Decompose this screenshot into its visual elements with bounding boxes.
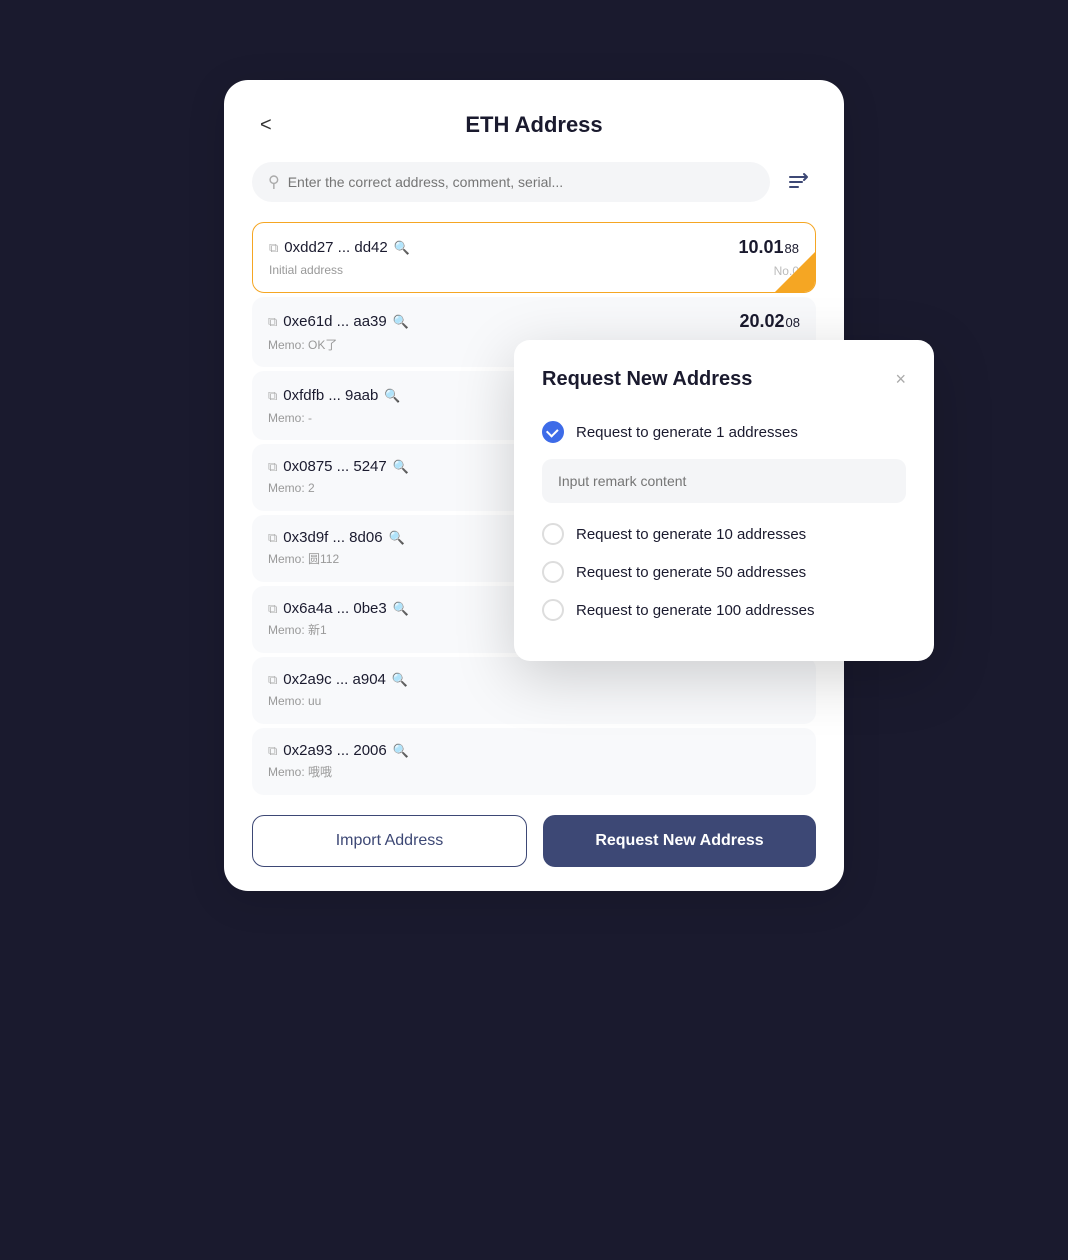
main-container: < ETH Address ⚲ (194, 80, 874, 1180)
memo-1: Memo: OK了 (268, 336, 337, 353)
page-title: ETH Address (465, 112, 602, 138)
search-addr-icon-1[interactable]: 🔍 (393, 314, 409, 330)
search-addr-icon-5[interactable]: 🔍 (393, 601, 409, 617)
bottom-buttons: Import Address Request New Address (252, 815, 816, 867)
address-item-0[interactable]: ⧉ 0xdd27 ... dd42 🔍 10.01 88 Initial add… (252, 222, 816, 293)
addr-left-6: ⧉ 0x2a9c ... a904 🔍 (268, 671, 408, 688)
back-button[interactable]: < (252, 110, 280, 141)
search-addr-icon-2[interactable]: 🔍 (384, 388, 400, 404)
remark-input[interactable] (542, 459, 906, 503)
modal-option-2[interactable]: Request to generate 50 addresses (542, 553, 906, 591)
search-input[interactable] (288, 174, 754, 190)
addr-left-5: ⧉ 0x6a4a ... 0be3 🔍 (268, 600, 409, 617)
modal-option-3[interactable]: Request to generate 100 addresses (542, 591, 906, 629)
modal-overlay: Request New Address × Request to generat… (514, 340, 934, 661)
addr-left-4: ⧉ 0x3d9f ... 8d06 🔍 (268, 529, 405, 546)
search-addr-icon-0[interactable]: 🔍 (394, 240, 410, 256)
copy-icon-7[interactable]: ⧉ (268, 743, 277, 759)
memo-4: Memo: 圆112 (268, 552, 339, 566)
search-icon: ⚲ (268, 172, 280, 192)
search-bar: ⚲ (252, 162, 816, 202)
memo-5: Memo: 新1 (268, 623, 327, 637)
addr-text-6: 0x2a9c ... a904 (283, 671, 386, 688)
option-label-3: Request to generate 100 addresses (576, 602, 815, 619)
addr-text-3: 0x0875 ... 5247 (283, 458, 386, 475)
balance-sub-1: 08 (786, 315, 800, 330)
header: < ETH Address (252, 112, 816, 138)
option-label-0: Request to generate 1 addresses (576, 424, 798, 441)
address-item-6[interactable]: ⧉ 0x2a9c ... a904 🔍 Memo: uu (252, 657, 816, 724)
copy-icon-2[interactable]: ⧉ (268, 388, 277, 404)
addr-left-3: ⧉ 0x0875 ... 5247 🔍 (268, 458, 409, 475)
request-new-address-modal: Request New Address × Request to generat… (514, 340, 934, 661)
import-address-button[interactable]: Import Address (252, 815, 527, 867)
memo-7: Memo: 哦哦 (268, 765, 332, 779)
modal-option-0[interactable]: Request to generate 1 addresses (542, 413, 906, 451)
addr-left-2: ⧉ 0xfdfb ... 9aab 🔍 (268, 387, 401, 404)
addr-text-0: 0xdd27 ... dd42 (284, 239, 387, 256)
memo-2: Memo: - (268, 411, 312, 425)
addr-text-4: 0x3d9f ... 8d06 (283, 529, 382, 546)
memo-6: Memo: uu (268, 694, 321, 708)
memo-3: Memo: 2 (268, 481, 315, 495)
active-corner (775, 252, 815, 292)
search-addr-icon-3[interactable]: 🔍 (393, 459, 409, 475)
option-label-2: Request to generate 50 addresses (576, 564, 806, 581)
filter-icon (786, 170, 810, 194)
modal-title: Request New Address (542, 368, 752, 391)
addr-left-1: ⧉ 0xe61d ... aa39 🔍 (268, 313, 409, 330)
addr-text-2: 0xfdfb ... 9aab (283, 387, 378, 404)
radio-3 (542, 599, 564, 621)
option-label-1: Request to generate 10 addresses (576, 526, 806, 543)
radio-1 (542, 523, 564, 545)
addr-left-0: ⧉ 0xdd27 ... dd42 🔍 (269, 239, 410, 256)
search-input-wrap: ⚲ (252, 162, 770, 202)
modal-close-button[interactable]: × (895, 369, 906, 390)
balance-1: 20.02 08 (739, 311, 800, 332)
modal-option-1[interactable]: Request to generate 10 addresses (542, 515, 906, 553)
addr-text-1: 0xe61d ... aa39 (283, 313, 386, 330)
copy-icon-5[interactable]: ⧉ (268, 601, 277, 617)
copy-icon-0[interactable]: ⧉ (269, 240, 278, 256)
addr-text-5: 0x6a4a ... 0be3 (283, 600, 386, 617)
copy-icon-3[interactable]: ⧉ (268, 459, 277, 475)
radio-2 (542, 561, 564, 583)
addr-left-7: ⧉ 0x2a93 ... 2006 🔍 (268, 742, 409, 759)
memo-0: Initial address (269, 263, 343, 277)
copy-icon-4[interactable]: ⧉ (268, 530, 277, 546)
modal-header: Request New Address × (542, 368, 906, 391)
copy-icon-6[interactable]: ⧉ (268, 672, 277, 688)
radio-0 (542, 421, 564, 443)
balance-main-1: 20.02 (739, 311, 784, 332)
filter-button[interactable] (780, 164, 816, 200)
search-addr-icon-6[interactable]: 🔍 (392, 672, 408, 688)
request-new-address-button[interactable]: Request New Address (543, 815, 816, 867)
address-item-7[interactable]: ⧉ 0x2a93 ... 2006 🔍 Memo: 哦哦 (252, 728, 816, 795)
copy-icon-1[interactable]: ⧉ (268, 314, 277, 330)
search-addr-icon-4[interactable]: 🔍 (389, 530, 405, 546)
addr-text-7: 0x2a93 ... 2006 (283, 742, 386, 759)
search-addr-icon-7[interactable]: 🔍 (393, 743, 409, 759)
